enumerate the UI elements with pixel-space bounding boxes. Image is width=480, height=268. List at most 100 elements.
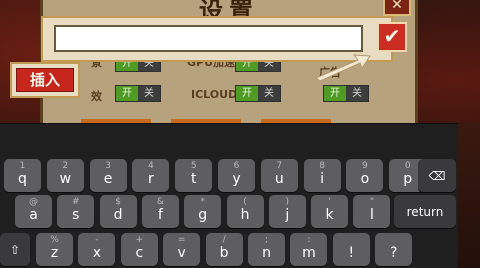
setting-label-effects: 效 [91, 90, 102, 103]
key-label: s [72, 207, 80, 223]
key-label: p [403, 171, 413, 187]
confirm-check-button[interactable]: ✔ [377, 22, 407, 52]
key-secondary-label: 7 [276, 161, 283, 171]
key-secondary-label: - [95, 235, 99, 245]
toggle-on[interactable]: 开 [236, 86, 258, 101]
key-l[interactable]: " l [353, 195, 391, 228]
insert-button[interactable]: 插入 [16, 68, 74, 92]
key-label: k [325, 207, 334, 223]
return-key[interactable]: return [394, 195, 456, 228]
key-label: ? [389, 245, 398, 261]
key-secondary-label: 4 [148, 161, 154, 171]
key-label: ⇧ [9, 242, 21, 257]
key-f[interactable]: & f [141, 195, 179, 228]
setting-label-icloud: ICLOUD [191, 88, 238, 101]
key-label: n [262, 245, 271, 261]
key-label: ! [348, 245, 355, 261]
key-secondary-label: * [200, 197, 205, 207]
key-secondary-label: 3 [105, 161, 111, 171]
toggle-off[interactable]: 关 [346, 86, 368, 101]
key-label: t [190, 171, 197, 187]
key-d[interactable]: $ d [99, 195, 137, 228]
key-question[interactable]: ? [375, 233, 413, 266]
key-c[interactable]: + c [120, 233, 158, 266]
key-exclamation[interactable]: ! [332, 233, 370, 266]
key-m[interactable]: :m [290, 233, 328, 266]
key-label: g [198, 207, 208, 223]
key-label: o [360, 171, 370, 187]
key-secondary-label: 1 [19, 161, 26, 171]
pointer-arrow-icon [315, 54, 371, 82]
key-secondary-label: ' [328, 197, 331, 207]
key-label: l [369, 207, 374, 223]
key-secondary-label: + [135, 235, 144, 245]
key-label: d [113, 207, 123, 223]
key-label: r [148, 171, 154, 187]
key-label: b [219, 245, 229, 261]
key-secondary-label: 9 [362, 161, 368, 171]
toggle-off[interactable]: 关 [258, 86, 280, 101]
key-a[interactable]: @ a [15, 195, 52, 228]
key-b[interactable]: / b [205, 233, 243, 266]
key-label: i [320, 171, 325, 187]
key-v[interactable]: = v [163, 233, 201, 266]
toggle-ads[interactable]: 开 关 [323, 85, 369, 102]
delete-key[interactable]: ⌫ [418, 159, 456, 192]
key-secondary-label: ( [243, 197, 247, 207]
key-label: a [29, 207, 38, 223]
key-label: return [406, 204, 444, 219]
key-secondary-label: / [222, 235, 226, 245]
key-label: c [135, 245, 144, 261]
key-label: y [232, 171, 241, 187]
key-j[interactable]: ) j [268, 195, 306, 228]
key-z[interactable]: % z [36, 233, 73, 266]
toggle-icloud[interactable]: 开 关 [235, 85, 281, 102]
toggle-on[interactable]: 开 [324, 86, 346, 101]
toggle-on[interactable]: 开 [116, 86, 138, 101]
key-secondary-label: = [177, 235, 186, 245]
key-g[interactable]: * g [184, 195, 222, 228]
text-input-field[interactable] [54, 25, 363, 52]
key-e[interactable]: 3e [89, 159, 127, 192]
key-label: f [157, 207, 163, 223]
key-k[interactable]: ' k [311, 195, 349, 228]
key-label: w [59, 171, 72, 187]
toggle-effects[interactable]: 开 关 [115, 85, 161, 102]
key-label: q [18, 171, 27, 187]
key-secondary-label: 2 [62, 161, 69, 171]
key-label: h [240, 207, 250, 223]
key-secondary-label: ) [285, 197, 290, 207]
key-secondary-label: 6 [233, 161, 240, 171]
key-label: z [50, 245, 59, 261]
key-y[interactable]: 6y [218, 159, 255, 192]
key-secondary-label: @ [29, 197, 38, 207]
key-i[interactable]: 8i [303, 159, 341, 192]
key-x[interactable]: -x [78, 233, 116, 266]
key-label: x [92, 245, 102, 261]
key-label: e [103, 171, 113, 187]
key-label: u [274, 171, 284, 187]
shift-key[interactable]: ⇧ [0, 233, 30, 266]
toggle-off[interactable]: 关 [138, 86, 160, 101]
key-s[interactable]: # s [57, 195, 95, 228]
key-label: m [302, 245, 316, 261]
key-h[interactable]: (h [226, 195, 264, 228]
key-secondary-label: : [307, 235, 311, 245]
key-r[interactable]: 4r [132, 159, 170, 192]
key-secondary-label: 8 [319, 161, 325, 171]
key-w[interactable]: 2w [46, 159, 84, 192]
key-secondary-label: # [72, 197, 80, 207]
game-background-edge [458, 123, 480, 268]
insert-tag: 插入 [10, 62, 80, 98]
key-o[interactable]: 9o [346, 159, 384, 192]
key-q[interactable]: 1q [4, 159, 41, 192]
key-secondary-label: % [50, 235, 59, 245]
key-secondary-label: $ [115, 197, 121, 207]
key-n[interactable]: ; n [248, 233, 285, 266]
key-secondary-label: 5 [190, 161, 197, 171]
key-t[interactable]: 5t [175, 159, 213, 192]
key-secondary-label: & [156, 197, 164, 207]
close-icon[interactable]: ✕ [383, 0, 411, 16]
key-label: j [285, 207, 290, 223]
key-u[interactable]: 7u [260, 159, 298, 192]
